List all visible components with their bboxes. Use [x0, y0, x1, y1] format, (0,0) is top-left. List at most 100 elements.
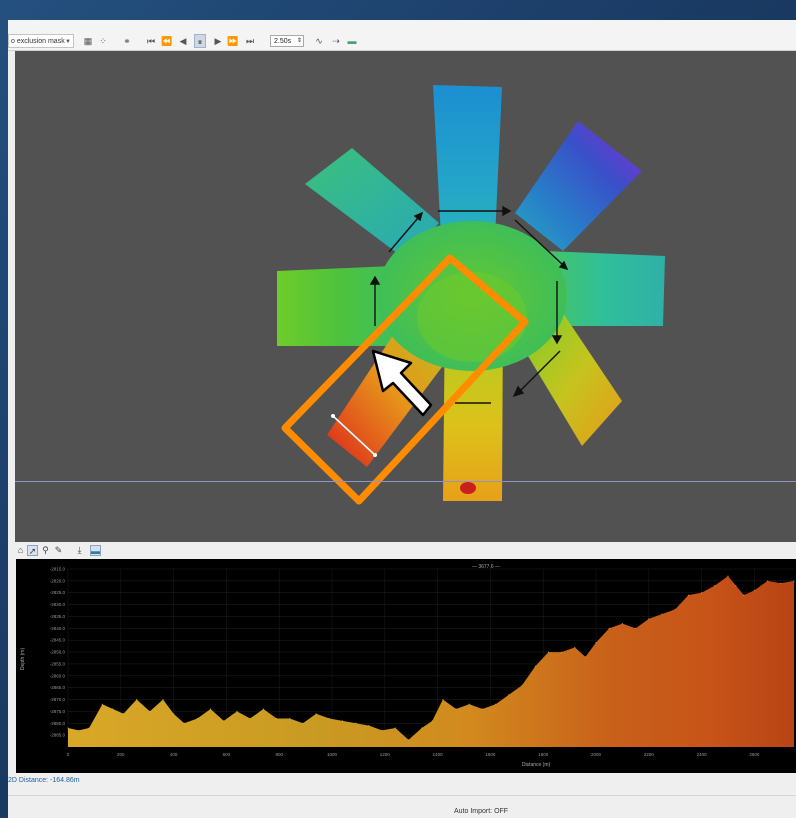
skip-end-icon[interactable]: ⏭	[244, 34, 256, 48]
fast-forward-icon[interactable]: ⏩	[227, 34, 239, 48]
profile-point	[162, 698, 164, 701]
pin-icon[interactable]: ⤓	[74, 545, 85, 556]
view-baseline	[15, 481, 796, 482]
spin-arrows-icon[interactable]: ⇕	[297, 36, 302, 47]
profile-point	[149, 710, 151, 712]
layer-icon[interactable]: ▬	[346, 34, 358, 48]
profile-point	[196, 717, 198, 720]
profile-point	[302, 722, 304, 724]
profile-point	[595, 641, 597, 644]
measure-icon[interactable]: ✎	[53, 545, 64, 556]
arrow-right-icon[interactable]: ⇢	[330, 34, 342, 48]
rewind-icon[interactable]: ⏪	[161, 34, 173, 48]
profile-point	[743, 594, 745, 596]
chevron-down-icon: ▼	[65, 39, 71, 45]
profile-point	[455, 708, 457, 710]
profile-point	[381, 729, 383, 731]
y-tick-label: -2885.0	[50, 733, 66, 738]
y-tick-label: -2865.0	[50, 685, 66, 690]
profile-point	[328, 717, 330, 720]
grid-icon[interactable]: ▦	[82, 34, 94, 48]
x-tick-label: 1400	[433, 752, 444, 757]
profile-point	[88, 727, 90, 729]
y-tick-label: -2845.0	[50, 638, 66, 643]
profile-point	[793, 580, 795, 582]
y-tick-label: -2840.0	[50, 626, 66, 631]
depth-profile-chart[interactable]: -2815.0 -2820.0 -2825.0 -2830.0 -2835.0 -2840…	[16, 559, 796, 773]
profile-point	[407, 739, 410, 741]
profile-point	[275, 717, 278, 720]
profile-point	[753, 589, 756, 591]
profile-point	[101, 703, 103, 705]
x-tick-label: 2000	[591, 752, 602, 757]
y-tick-label: -2875.0	[50, 709, 66, 714]
y-tick-label: -2825.0	[50, 590, 66, 595]
x-tick-label: 0	[67, 752, 70, 757]
speed-value: 2.50s	[274, 38, 292, 45]
application-window: o exclusion mask ▼ ▦ ⁘ ⚭ ⏮ ⏪ ◀ ⏸ ▶ ⏩ ⏭ 2…	[8, 20, 796, 818]
profile-point	[249, 717, 251, 720]
distance-readout: 2D Distance: -164.86m	[8, 777, 80, 784]
bathymetry-survey-render	[277, 85, 665, 505]
profile-point	[223, 720, 225, 722]
bathymetry-3d-view[interactable]	[15, 51, 796, 545]
exclusion-mask-value: o exclusion mask	[11, 38, 65, 45]
profile-point	[173, 713, 175, 715]
status-bar: Auto Import: OFF	[8, 795, 796, 818]
profile-point	[621, 622, 624, 625]
profile-point	[442, 698, 444, 701]
link-icon[interactable]: ⚭	[121, 34, 133, 48]
profile-point	[584, 656, 587, 658]
step-back-icon[interactable]: ◀	[177, 34, 189, 48]
profile-point	[289, 717, 291, 720]
profile-point	[355, 722, 357, 724]
layer-icon[interactable]: ▬	[90, 545, 101, 556]
profile-point	[735, 585, 737, 587]
profile-point	[780, 582, 782, 584]
profile-point	[767, 580, 769, 582]
depth-profile-area	[68, 576, 794, 747]
cursor-icon[interactable]: ➚	[27, 545, 38, 556]
profile-point	[561, 651, 563, 653]
speed-spinbox[interactable]: 2.50s ⇕	[270, 35, 304, 47]
profile-toolbar: ⌂ ➚ ⚲ ✎ ⤓ ▬	[8, 542, 796, 558]
y-tick-label: -2820.0	[50, 578, 66, 583]
profile-point	[635, 627, 637, 629]
x-tick-label: 1000	[327, 752, 338, 757]
auto-import-status: Auto Import: OFF	[454, 808, 509, 815]
play-icon[interactable]: ▶	[212, 34, 224, 48]
profile-point	[608, 627, 610, 629]
profile-point	[236, 710, 238, 712]
profile-point	[701, 592, 703, 594]
y-tick-label: -2850.0	[50, 650, 66, 655]
x-tick-label: 800	[275, 752, 283, 757]
home-icon[interactable]: ⌂	[15, 545, 26, 556]
exclusion-mask-dropdown[interactable]: o exclusion mask ▼	[8, 34, 74, 48]
profile-point	[534, 665, 536, 667]
profile-point	[183, 722, 185, 724]
x-tick-label: 400	[170, 752, 178, 757]
profile-point	[431, 720, 433, 722]
zoom-icon[interactable]: ⚲	[40, 545, 51, 556]
y-tick-label: -2860.0	[50, 673, 66, 678]
skip-start-icon[interactable]: ⏮	[145, 34, 157, 48]
profile-point	[136, 698, 138, 701]
profile-point	[262, 708, 264, 710]
profile-point	[714, 585, 716, 587]
profile-point	[67, 727, 69, 729]
grid-points-icon[interactable]: ⁘	[97, 34, 109, 48]
y-tick-label: -2880.0	[50, 721, 66, 726]
chart-title: — 3677.6 —	[472, 564, 500, 570]
x-tick-label: 2200	[644, 752, 655, 757]
profile-point	[394, 727, 396, 729]
curve-icon[interactable]: ∿	[313, 34, 325, 48]
profile-plot: -2815.0 -2820.0 -2825.0 -2830.0 -2835.0 -2840…	[20, 564, 795, 768]
profile-point	[727, 575, 729, 577]
x-tick-label: 200	[117, 752, 125, 757]
pause-icon[interactable]: ⏸	[194, 34, 206, 48]
x-tick-label: 1600	[485, 752, 496, 757]
profile-point	[547, 651, 550, 653]
profile-point	[122, 713, 125, 715]
y-axis-label: Depth (m)	[20, 648, 26, 671]
profile-point	[495, 703, 497, 705]
